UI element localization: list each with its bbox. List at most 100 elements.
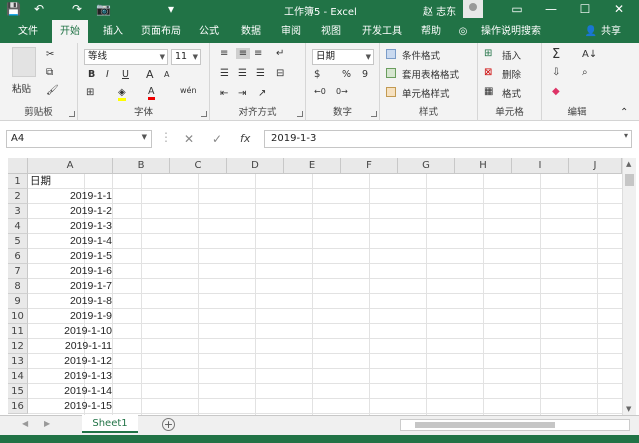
- cell-A1[interactable]: 日期: [30, 174, 51, 189]
- insert-cells-button[interactable]: 插入: [502, 48, 521, 62]
- comma-button[interactable]: 9: [362, 69, 368, 80]
- cell-A3[interactable]: 2019-1-2: [28, 204, 112, 219]
- increase-indent-icon[interactable]: ⇥: [238, 88, 246, 99]
- column-header[interactable]: J: [569, 158, 622, 174]
- horizontal-scrollbar[interactable]: [400, 419, 630, 431]
- find-select-icon[interactable]: ⌕: [582, 67, 588, 78]
- font-name-select[interactable]: 等线 ▼: [84, 49, 168, 65]
- number-format-select[interactable]: 日期 ▼: [312, 49, 374, 65]
- tab-formulas[interactable]: 公式: [192, 20, 226, 43]
- tab-review[interactable]: 审阅: [274, 20, 308, 43]
- cell-A15[interactable]: 2019-1-14: [28, 384, 112, 399]
- tab-help[interactable]: 帮助: [414, 20, 448, 43]
- underline-button[interactable]: U: [122, 69, 129, 80]
- cell-A12[interactable]: 2019-1-11: [28, 339, 112, 354]
- accounting-format-icon[interactable]: $: [314, 69, 320, 80]
- cell-A8[interactable]: 2019-1-7: [28, 279, 112, 294]
- increase-decimal-icon[interactable]: ←0: [314, 87, 326, 96]
- tab-page-layout[interactable]: 页面布局: [136, 20, 186, 43]
- fill-color-icon[interactable]: ◈: [118, 87, 126, 101]
- collapse-ribbon-icon[interactable]: ⌃: [620, 107, 628, 118]
- autosum-button[interactable]: Σ: [552, 47, 560, 62]
- paste-icon[interactable]: [12, 47, 36, 77]
- row-header[interactable]: 10: [8, 309, 28, 324]
- format-as-table-button[interactable]: 套用表格格式: [402, 67, 459, 81]
- qat-more-icon[interactable]: ▾: [168, 2, 174, 16]
- font-launcher-icon[interactable]: [201, 111, 207, 117]
- phonetic-button[interactable]: wén: [180, 86, 197, 95]
- row-header[interactable]: 8: [8, 279, 28, 294]
- column-header[interactable]: D: [227, 158, 284, 174]
- orientation-icon[interactable]: ↗: [258, 88, 266, 99]
- ribbon-display-icon[interactable]: ▭: [500, 0, 534, 20]
- sheet-prev-icon[interactable]: ◀: [22, 419, 28, 428]
- cell-A2[interactable]: 2019-1-1: [28, 189, 112, 204]
- align-right-icon[interactable]: ☰: [256, 68, 265, 79]
- row-header[interactable]: 12: [8, 339, 28, 354]
- undo-icon[interactable]: ↶: [34, 2, 44, 16]
- cell-A5[interactable]: 2019-1-4: [28, 234, 112, 249]
- shrink-font-button[interactable]: A: [164, 70, 169, 79]
- row-header[interactable]: 11: [8, 324, 28, 339]
- scroll-up-icon[interactable]: ▲: [626, 160, 631, 168]
- cell-A14[interactable]: 2019-1-13: [28, 369, 112, 384]
- cut-icon[interactable]: ✂: [46, 49, 54, 60]
- tab-developer[interactable]: 开发工具: [356, 20, 408, 43]
- align-left-icon[interactable]: ☰: [220, 68, 229, 79]
- font-size-select[interactable]: 11 ▼: [171, 49, 201, 65]
- paste-label[interactable]: 粘贴: [12, 81, 31, 95]
- cell-A16[interactable]: 2019-1-15: [28, 399, 112, 414]
- close-button[interactable]: ✕: [602, 0, 636, 20]
- column-header[interactable]: B: [113, 158, 170, 174]
- percent-button[interactable]: %: [342, 69, 351, 80]
- user-name[interactable]: 赵 志东: [423, 3, 456, 18]
- clipboard-launcher-icon[interactable]: [69, 111, 75, 117]
- wrap-text-icon[interactable]: ↵: [276, 48, 284, 59]
- row-header[interactable]: 7: [8, 264, 28, 279]
- row-header[interactable]: 15: [8, 384, 28, 399]
- cell-A11[interactable]: 2019-1-10: [28, 324, 112, 339]
- decrease-indent-icon[interactable]: ⇤: [220, 88, 228, 99]
- clear-icon[interactable]: ◆: [552, 86, 560, 97]
- cell-grid[interactable]: 日期 2019-1-1 2019-1-2 2019-1-3 2019-1-4 2…: [28, 174, 622, 415]
- align-bottom-icon[interactable]: ≡: [254, 48, 262, 59]
- sheet-next-icon[interactable]: ▶: [44, 419, 50, 428]
- copy-icon[interactable]: ⧉: [46, 67, 53, 78]
- format-cells-button[interactable]: 格式: [502, 86, 521, 100]
- font-color-button[interactable]: A: [148, 86, 155, 100]
- cancel-entry-button[interactable]: ✕: [184, 132, 194, 146]
- tab-home[interactable]: 开始: [52, 20, 88, 43]
- decrease-decimal-icon[interactable]: 0→: [336, 87, 348, 96]
- align-middle-icon[interactable]: ≡: [236, 48, 250, 59]
- cell-A6[interactable]: 2019-1-5: [28, 249, 112, 264]
- formula-input[interactable]: 2019-1-3: [264, 130, 632, 148]
- cell-styles-button[interactable]: 单元格样式: [402, 86, 450, 100]
- row-header[interactable]: 5: [8, 234, 28, 249]
- scroll-down-icon[interactable]: ▼: [626, 405, 631, 413]
- column-header[interactable]: A: [28, 158, 113, 174]
- number-launcher-icon[interactable]: [371, 111, 377, 117]
- add-sheet-icon[interactable]: +: [162, 418, 175, 431]
- restore-button[interactable]: ☐: [568, 0, 602, 20]
- tab-data[interactable]: 数据: [234, 20, 268, 43]
- camera-icon[interactable]: 📷: [96, 2, 111, 16]
- expand-formula-bar-icon[interactable]: ▾: [624, 131, 628, 140]
- horizontal-scroll-thumb[interactable]: [415, 422, 555, 428]
- align-center-icon[interactable]: ☰: [238, 68, 247, 79]
- borders-icon[interactable]: ⊞: [86, 87, 94, 98]
- column-header[interactable]: E: [284, 158, 341, 174]
- column-header[interactable]: I: [512, 158, 569, 174]
- share-button[interactable]: 共享: [598, 20, 624, 43]
- tell-me-search[interactable]: 操作说明搜索: [474, 20, 548, 43]
- cell-A7[interactable]: 2019-1-6: [28, 264, 112, 279]
- alignment-launcher-icon[interactable]: [297, 111, 303, 117]
- row-header[interactable]: 14: [8, 369, 28, 384]
- sheet-tab[interactable]: Sheet1: [82, 415, 138, 433]
- italic-button[interactable]: I: [106, 69, 109, 80]
- tab-insert[interactable]: 插入: [96, 20, 130, 43]
- cell-A4[interactable]: 2019-1-3: [28, 219, 112, 234]
- row-header[interactable]: 9: [8, 294, 28, 309]
- cell-A13[interactable]: 2019-1-12: [28, 354, 112, 369]
- minimize-button[interactable]: —: [534, 0, 568, 20]
- tab-view[interactable]: 视图: [314, 20, 348, 43]
